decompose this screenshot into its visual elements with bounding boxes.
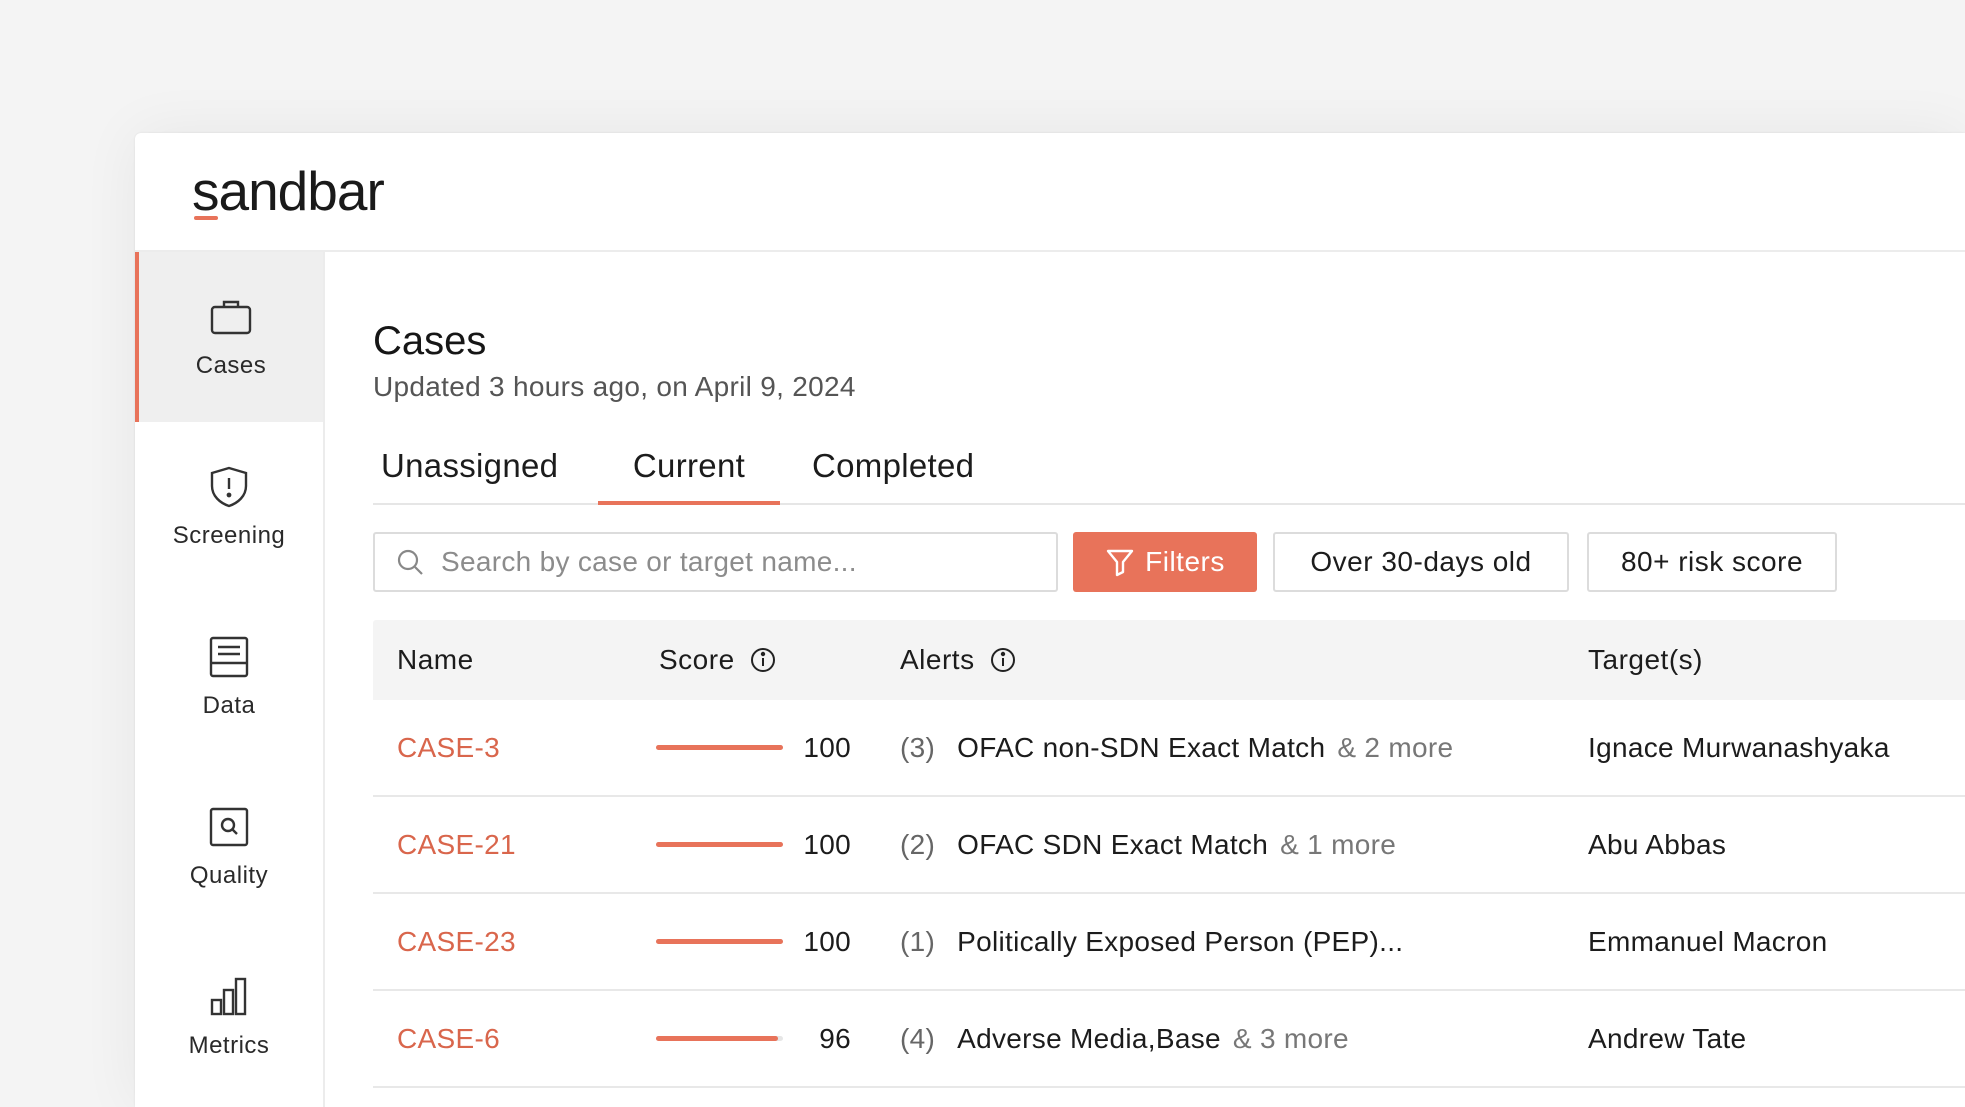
page-subtitle: Updated 3 hours ago, on April 9, 2024 [373,371,856,402]
case-link[interactable]: CASE-21 [397,797,516,892]
alert-count: (1) [900,925,936,957]
toolbar: Filters Over 30-days old 80+ risk score [373,532,1965,592]
score-bar-fill [656,745,783,750]
cases-table: Name Score Alerts Target(s) CASE-3 100 (… [373,620,1965,1088]
bar-chart-icon [210,977,247,1016]
filter-icon [1106,549,1134,577]
case-link[interactable]: CASE-3 [397,700,500,795]
alert-text: Adverse Media,Base [957,1022,1221,1054]
alert-text: OFAC SDN Exact Match [957,828,1269,860]
search-box[interactable] [373,532,1058,592]
info-icon[interactable] [989,646,1017,674]
score-bar [656,939,783,944]
sidebar-item-label: Quality [189,862,269,889]
filter-chip-risk-score[interactable]: 80+ risk score [1587,532,1837,592]
column-header-label: Alerts [900,644,975,675]
sidebar-item-screening[interactable]: Screening [135,422,323,592]
shield-icon [210,466,248,508]
alert-more[interactable]: & 3 more [1233,1023,1349,1055]
case-link[interactable]: CASE-23 [397,894,516,989]
target-name: Emmanuel Macron [1588,925,1828,957]
app-window: sandbar Cases Screening Data Quality Met… [135,133,1965,1107]
table-row[interactable]: CASE-6 96 (4) Adverse Media,Base & 3 mor… [373,991,1965,1088]
sidebar-item-label: Data [202,692,256,719]
filters-label: Filters [1145,546,1225,577]
sidebar-item-label: Screening [172,522,286,549]
filters-button[interactable]: Filters [1073,532,1257,592]
column-header-name[interactable]: Name [397,620,474,700]
search-input[interactable] [439,545,1039,579]
search-icon [397,549,423,575]
alerts-cell: (2) OFAC SDN Exact Match & 1 more [900,797,1396,892]
target-name: Abu Abbas [1588,828,1727,860]
tab-unassigned[interactable]: Unassigned [373,447,566,505]
score-bar-fill [656,939,783,944]
target-name: Ignace Murwanashyaka [1588,731,1890,763]
column-header-score[interactable]: Score [659,620,777,700]
alerts-cell: (3) OFAC non-SDN Exact Match & 2 more [900,700,1453,795]
alert-more[interactable]: & 1 more [1280,829,1396,861]
tab-current[interactable]: Current [598,447,780,505]
sidebar-item-metrics[interactable]: Metrics [135,932,323,1102]
alert-count: (2) [900,828,936,860]
tab-bar: Unassigned Current Completed [373,447,1965,505]
filter-chip-over-30-days[interactable]: Over 30-days old [1273,532,1569,592]
table-body: CASE-3 100 (3) OFAC non-SDN Exact Match … [373,700,1965,1088]
alert-text: Politically Exposed Person (PEP)... [957,925,1404,957]
column-header-targets[interactable]: Target(s) [1588,620,1703,700]
score-bar [656,1036,783,1041]
score-value: 96 [819,1022,851,1054]
column-header-label: Name [397,644,474,675]
case-link[interactable]: CASE-6 [397,991,500,1086]
quality-search-icon [209,807,249,847]
database-icon [209,636,249,678]
sidebar-item-label: Cases [195,352,267,379]
sidebar-item-quality[interactable]: Quality [135,762,323,932]
sidebar: Cases Screening Data Quality Metrics [135,252,325,1107]
app-header: sandbar [135,133,1965,252]
sidebar-item-cases[interactable]: Cases [135,252,323,422]
score-value: 100 [803,828,851,860]
logo-accent [194,216,218,220]
alerts-cell: (4) Adverse Media,Base & 3 more [900,991,1349,1086]
logo: sandbar [192,160,385,222]
briefcase-icon [210,300,252,335]
alert-more[interactable]: & 2 more [1337,732,1453,764]
alerts-cell: (1) Politically Exposed Person (PEP)... [900,894,1415,989]
score-bar [656,842,783,847]
alert-count: (4) [900,1022,936,1054]
info-icon[interactable] [749,646,777,674]
sidebar-item-data[interactable]: Data [135,592,323,762]
score-bar-fill [656,842,783,847]
target-name: Andrew Tate [1588,1022,1747,1054]
alert-count: (3) [900,731,936,763]
column-header-label: Score [659,644,735,675]
main-content: Cases Updated 3 hours ago, on April 9, 2… [373,252,1965,1107]
table-row[interactable]: CASE-21 100 (2) OFAC SDN Exact Match & 1… [373,797,1965,894]
table-header: Name Score Alerts Target(s) [373,620,1965,700]
score-bar-fill [656,1036,778,1041]
table-row[interactable]: CASE-3 100 (3) OFAC non-SDN Exact Match … [373,700,1965,797]
column-header-label: Target(s) [1588,644,1703,675]
alert-text: OFAC non-SDN Exact Match [957,731,1326,763]
column-header-alerts[interactable]: Alerts [900,620,1017,700]
score-value: 100 [803,925,851,957]
score-value: 100 [803,731,851,763]
tab-completed[interactable]: Completed [804,447,982,505]
page-title: Cases [373,319,487,363]
score-bar [656,745,783,750]
table-row[interactable]: CASE-23 100 (1) Politically Exposed Pers… [373,894,1965,991]
sidebar-item-label: Metrics [188,1032,270,1059]
